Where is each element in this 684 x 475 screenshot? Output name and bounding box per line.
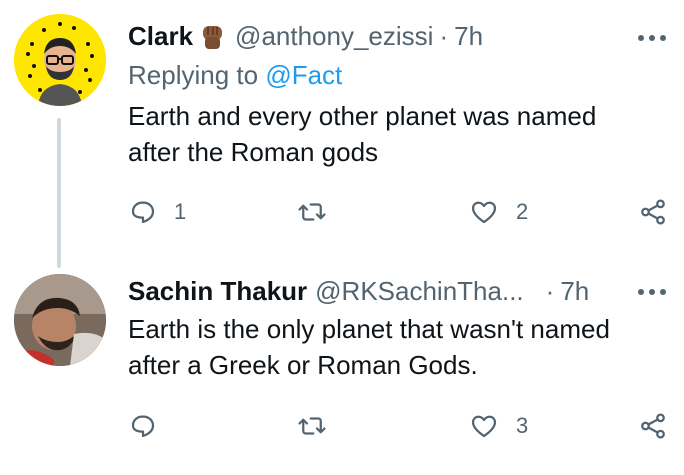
- handle[interactable]: @anthony_ezissi: [235, 21, 433, 52]
- replying-to: Replying to @Fact: [128, 60, 342, 91]
- avatar[interactable]: [14, 14, 106, 106]
- avatar[interactable]: [14, 274, 106, 366]
- thread-line: [57, 118, 61, 268]
- heart-icon: [471, 201, 497, 224]
- share-icon: [641, 413, 665, 439]
- reply-icon: [131, 201, 155, 224]
- retweet-button[interactable]: [296, 411, 328, 441]
- timestamp[interactable]: 7h: [454, 21, 483, 52]
- more-icon[interactable]: [638, 33, 666, 43]
- reply-icon: [131, 415, 155, 438]
- tweet-text-line: after a Greek or Roman Gods.: [128, 350, 478, 380]
- tweet-text: Earth is the only planet that wasn't nam…: [128, 311, 668, 383]
- action-bar: 1 2: [128, 197, 668, 227]
- action-bar: 3: [128, 411, 668, 441]
- reply-button[interactable]: [128, 411, 174, 441]
- retweet-icon: [298, 203, 326, 221]
- share-button[interactable]: [638, 197, 668, 227]
- tweet-text: Earth and every other planet was named a…: [128, 98, 668, 170]
- like-button[interactable]: 3: [468, 411, 528, 441]
- heart-icon: [471, 415, 497, 438]
- tweet-text-line: Earth and every other planet was named: [128, 101, 597, 131]
- separator-dot: ·: [439, 20, 449, 51]
- reply-count: 1: [174, 199, 187, 224]
- raised-fist-emoji-icon: [197, 21, 227, 51]
- like-count: 2: [516, 199, 529, 224]
- share-button[interactable]: [638, 411, 668, 441]
- reply-button[interactable]: 1: [128, 197, 186, 227]
- separator-dot: ·: [545, 275, 555, 306]
- mention-link[interactable]: @Fact: [265, 60, 342, 90]
- tweet-header: Clark @anthony_ezissi · 7h: [128, 19, 483, 53]
- like-count: 3: [516, 413, 529, 438]
- tweet-text-line: after the Roman gods: [128, 137, 379, 167]
- more-icon[interactable]: [638, 287, 666, 297]
- tweet-text-line: Earth is the only planet that wasn't nam…: [128, 314, 610, 344]
- retweet-icon: [298, 417, 326, 435]
- tweet-header: Sachin Thakur @RKSachinTha... · 7h: [128, 274, 589, 308]
- display-name[interactable]: Sachin Thakur: [128, 276, 307, 307]
- replying-to-label: Replying to: [128, 60, 259, 90]
- retweet-button[interactable]: [296, 197, 328, 227]
- like-button[interactable]: 2: [468, 197, 528, 227]
- display-name[interactable]: Clark: [128, 21, 193, 52]
- tweet-clark[interactable]: Clark @anthony_ezissi · 7h Replying to @…: [0, 0, 684, 268]
- tweet-sachin[interactable]: Sachin Thakur @RKSachinTha... · 7h Earth…: [0, 262, 684, 475]
- share-icon: [641, 199, 665, 225]
- timestamp[interactable]: 7h: [560, 276, 589, 307]
- handle[interactable]: @RKSachinTha...: [315, 276, 523, 307]
